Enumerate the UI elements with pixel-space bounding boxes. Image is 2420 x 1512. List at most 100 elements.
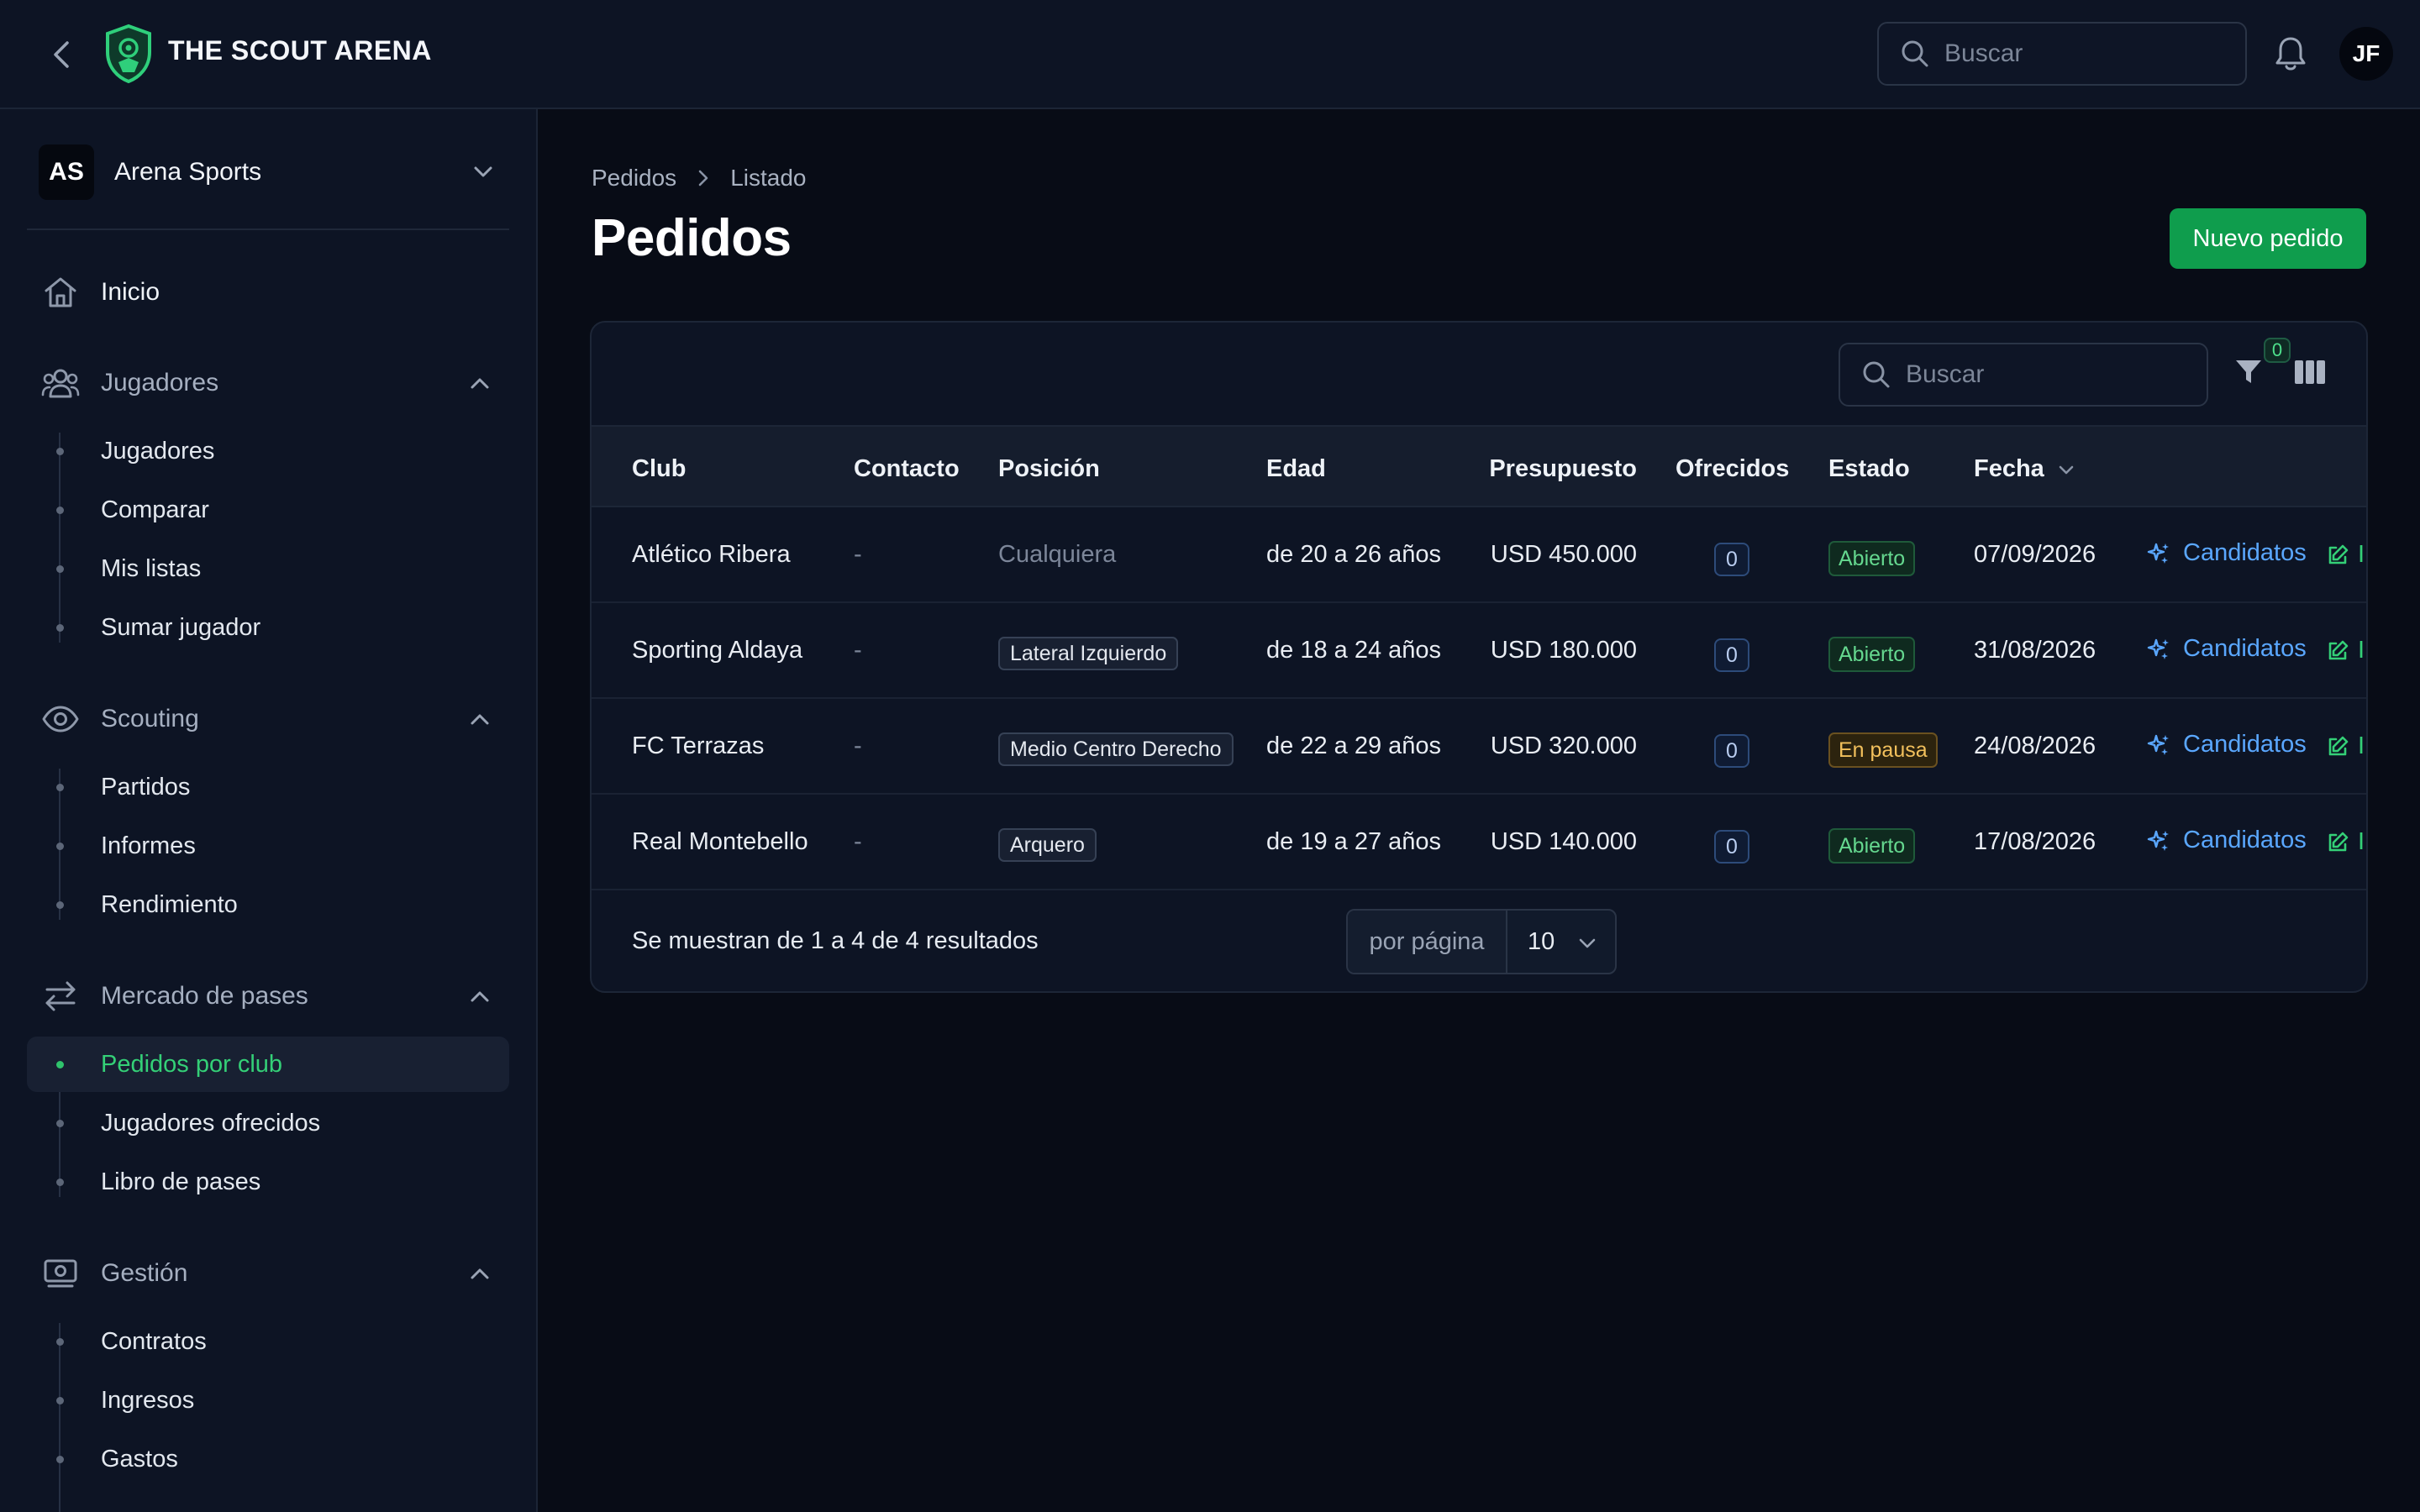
sidebar-item-informes[interactable]: Informes bbox=[27, 818, 509, 874]
cell-presupuesto: USD 320.000 bbox=[1490, 732, 1637, 759]
cell-edad: de 22 a 29 años bbox=[1266, 732, 1442, 759]
table-row[interactable]: Sporting Aldaya - Lateral Izquierdo de 1… bbox=[592, 603, 2366, 699]
sidebar-item-jugadores-ofrecidos[interactable]: Jugadores ofrecidos bbox=[27, 1095, 509, 1151]
candidates-link[interactable]: Candidatos bbox=[2146, 539, 2307, 567]
sidebar-item-libro-de-pases[interactable]: Libro de pases bbox=[27, 1154, 509, 1210]
sidebar-item-label: Ingresos bbox=[101, 1386, 195, 1414]
table-row[interactable]: FC Terrazas - Medio Centro Derecho de 22… bbox=[592, 699, 2366, 795]
sidebar-section-scouting[interactable]: Scouting bbox=[27, 690, 509, 748]
edit-link-label: I bbox=[2358, 732, 2365, 759]
cell-contacto: - bbox=[854, 637, 862, 664]
filter-button[interactable] bbox=[2233, 356, 2264, 386]
cell-fecha: 17/08/2026 bbox=[1974, 828, 2096, 855]
cell-edad: de 18 a 24 años bbox=[1266, 637, 1442, 664]
per-page-control: por página 10 bbox=[1346, 909, 1617, 974]
bullet bbox=[56, 448, 64, 455]
candidates-link[interactable]: Candidatos bbox=[2146, 635, 2307, 663]
column-header-estado[interactable]: Estado bbox=[1828, 455, 1910, 483]
bullet bbox=[56, 784, 64, 791]
new-order-button[interactable]: Nuevo pedido bbox=[2170, 208, 2366, 269]
sidebar-item-label: Partidos bbox=[101, 773, 191, 801]
sidebar-item-gastos[interactable]: Gastos bbox=[27, 1431, 509, 1487]
table-search[interactable] bbox=[1839, 343, 2208, 407]
bullet bbox=[56, 1061, 64, 1068]
cell-presupuesto: USD 140.000 bbox=[1490, 828, 1637, 855]
app-logo[interactable] bbox=[104, 24, 153, 84]
bullet bbox=[56, 507, 64, 514]
sort-chevron-down-icon bbox=[2059, 465, 2074, 474]
column-header-club[interactable]: Club bbox=[632, 455, 686, 483]
sidebar-section-jugadores[interactable]: Jugadores bbox=[27, 354, 509, 412]
sidebar-item-mis-listas[interactable]: Mis listas bbox=[27, 541, 509, 596]
sidebar-item-label: Gastos bbox=[101, 1445, 178, 1473]
cell-posicion: Cualquiera bbox=[998, 541, 1117, 568]
chevron-left-icon bbox=[54, 41, 69, 68]
sidebar-item-inicio[interactable]: Inicio bbox=[27, 263, 509, 322]
search-icon bbox=[1902, 40, 1928, 67]
position-tag: Lateral Izquierdo bbox=[998, 637, 1179, 670]
bullet bbox=[56, 1179, 64, 1186]
users-icon bbox=[41, 369, 80, 398]
candidates-link-label: Candidatos bbox=[2183, 539, 2307, 566]
edit-link[interactable]: I bbox=[2326, 541, 2365, 569]
transfer-arrows-icon bbox=[45, 981, 76, 1011]
sidebar-item-partidos[interactable]: Partidos bbox=[27, 759, 509, 815]
money-icon bbox=[44, 1259, 77, 1288]
filter-count-badge: 0 bbox=[2264, 338, 2291, 363]
table-search-input[interactable] bbox=[1906, 360, 2183, 389]
edit-icon bbox=[2328, 640, 2349, 659]
edit-link[interactable]: I bbox=[2326, 637, 2365, 664]
sparkles-icon bbox=[2147, 638, 2169, 659]
per-page-select[interactable]: 10 bbox=[1507, 911, 1615, 973]
candidates-link[interactable]: Candidatos bbox=[2146, 827, 2307, 854]
sidebar-item-label: Rendimiento bbox=[101, 890, 238, 918]
notifications-button[interactable] bbox=[2274, 35, 2307, 72]
table-header: Club Contacto Posición Edad Presupuesto … bbox=[592, 425, 2366, 507]
edit-icon bbox=[2328, 544, 2349, 564]
position-tag: Arquero bbox=[998, 828, 1097, 862]
column-header-presupuesto[interactable]: Presupuesto bbox=[1432, 455, 1637, 483]
columns-icon bbox=[2295, 360, 2325, 384]
breadcrumb-root[interactable]: Pedidos bbox=[592, 165, 676, 192]
column-header-fecha-label: Fecha bbox=[1974, 455, 2044, 482]
edit-link[interactable]: I bbox=[2326, 828, 2365, 856]
global-search-input[interactable] bbox=[1944, 39, 2222, 68]
sidebar-item-rendimiento[interactable]: Rendimiento bbox=[27, 877, 509, 932]
sparkles-icon bbox=[2147, 543, 2169, 564]
sidebar-item-ingresos[interactable]: Ingresos bbox=[27, 1373, 509, 1428]
sidebar-item-label: Mis listas bbox=[101, 554, 202, 582]
sidebar-item-pedidos-por-club[interactable]: Pedidos por club bbox=[27, 1037, 509, 1092]
user-avatar[interactable]: JF bbox=[2339, 27, 2393, 81]
column-header-posicion[interactable]: Posición bbox=[998, 455, 1100, 483]
sparkles-icon bbox=[2147, 830, 2169, 851]
sidebar-item-jugadores[interactable]: Jugadores bbox=[27, 423, 509, 479]
sidebar-item-sumar-jugador[interactable]: Sumar jugador bbox=[27, 600, 509, 655]
shield-logo-icon bbox=[106, 24, 151, 84]
cell-contacto: - bbox=[854, 541, 862, 568]
bullet bbox=[56, 1456, 64, 1463]
edit-link[interactable]: I bbox=[2326, 732, 2365, 760]
org-switcher[interactable]: AS Arena Sports bbox=[27, 138, 509, 207]
sidebar-section-label: Scouting bbox=[101, 705, 199, 732]
back-button[interactable] bbox=[40, 34, 82, 76]
page-title: Pedidos bbox=[592, 209, 792, 267]
table-row[interactable]: Real Montebello - Arquero de 19 a 27 año… bbox=[592, 795, 2366, 890]
sidebar-section-mercado[interactable]: Mercado de pases bbox=[27, 967, 509, 1026]
sidebar-item-label: Informes bbox=[101, 832, 196, 859]
table-row[interactable]: Atlético Ribera - Cualquiera de 20 a 26 … bbox=[592, 507, 2366, 603]
global-search[interactable] bbox=[1877, 22, 2247, 86]
column-header-edad[interactable]: Edad bbox=[1266, 455, 1326, 483]
column-header-fecha[interactable]: Fecha bbox=[1974, 455, 2075, 483]
columns-button[interactable] bbox=[2294, 360, 2326, 385]
candidates-link-label: Candidatos bbox=[2183, 827, 2307, 853]
sidebar-item-contratos[interactable]: Contratos bbox=[27, 1314, 509, 1369]
sidebar: AS Arena Sports Inicio Jugadores Jugador… bbox=[0, 109, 538, 1512]
sidebar-section-gestion[interactable]: Gestión bbox=[27, 1244, 509, 1303]
candidates-link[interactable]: Candidatos bbox=[2146, 731, 2307, 759]
column-header-ofrecidos[interactable]: Ofrecidos bbox=[1676, 455, 1789, 483]
status-badge: Abierto bbox=[1828, 637, 1916, 672]
sidebar-item-comparar[interactable]: Comparar bbox=[27, 482, 509, 538]
chevron-down-icon bbox=[1579, 938, 1596, 948]
column-header-contacto[interactable]: Contacto bbox=[854, 455, 960, 483]
cell-edad: de 20 a 26 años bbox=[1266, 541, 1442, 568]
